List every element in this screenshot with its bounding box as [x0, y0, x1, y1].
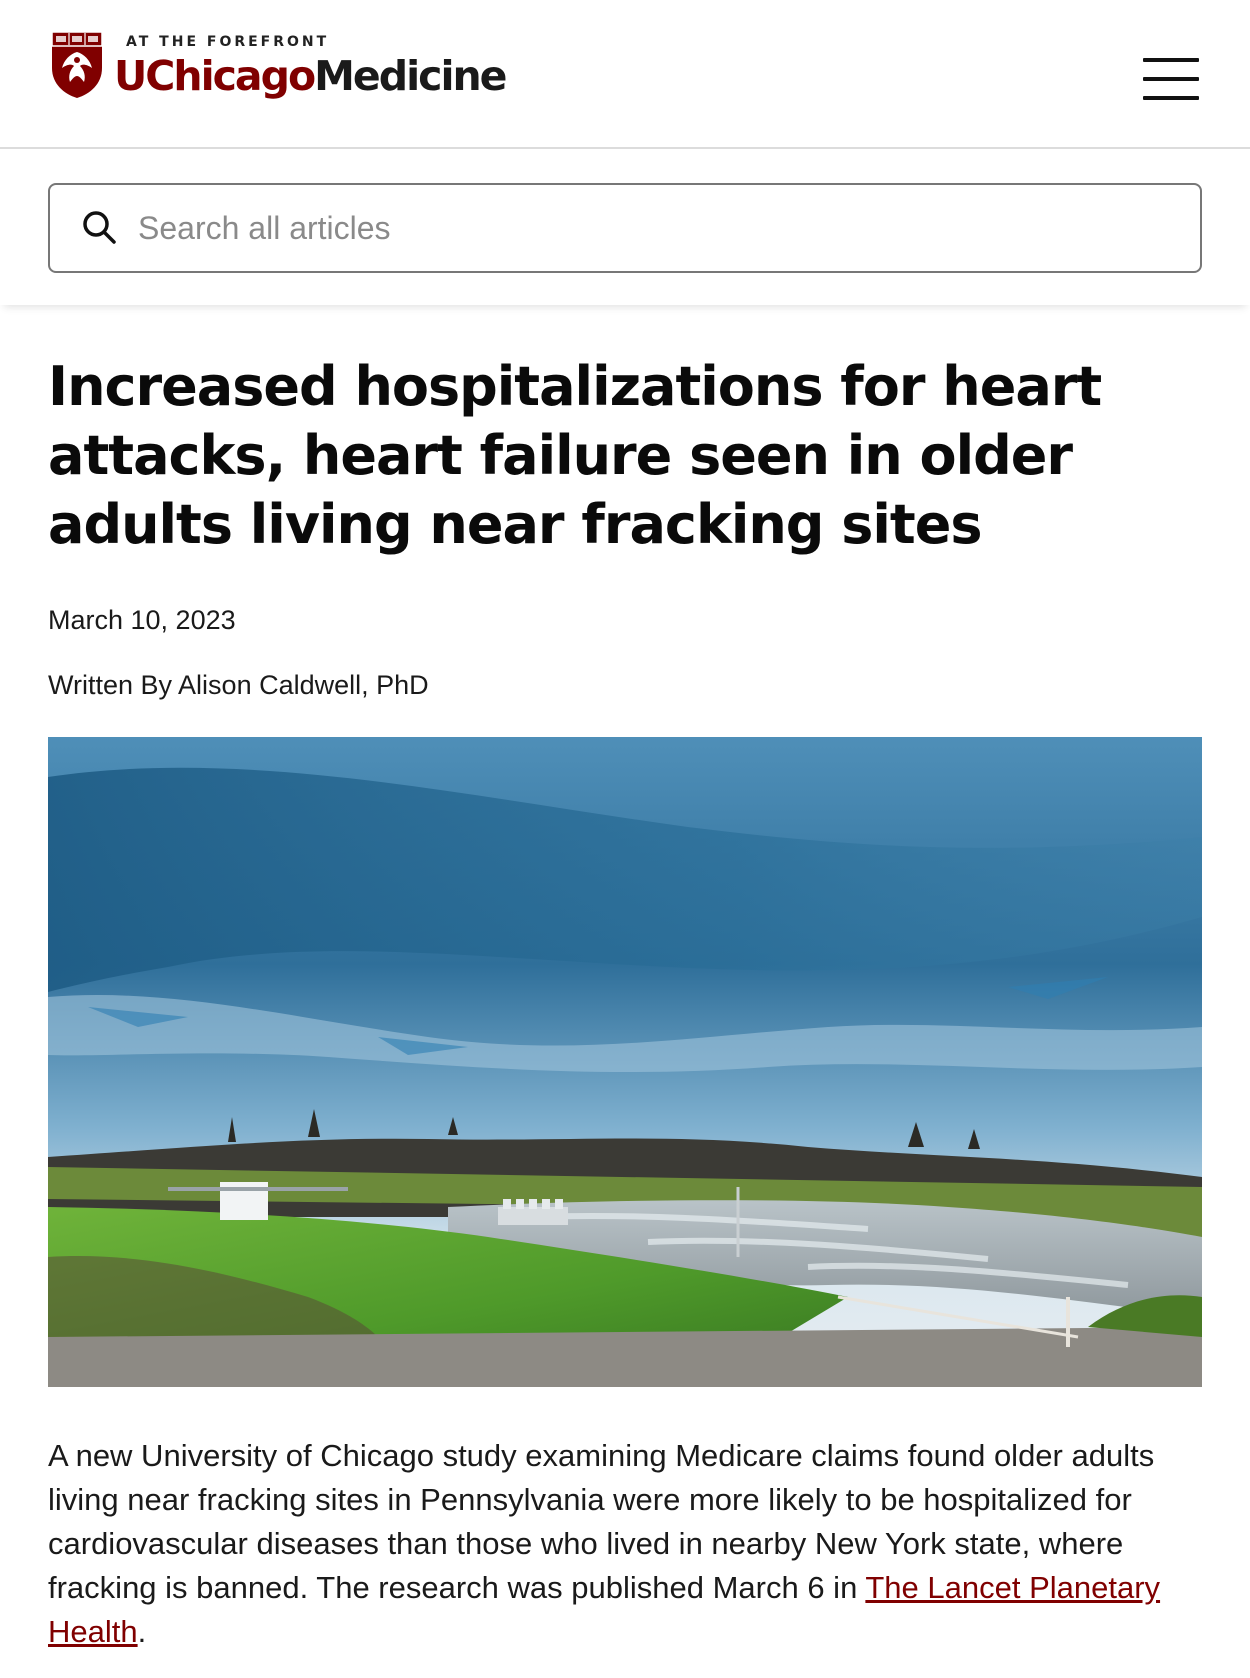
site-logo[interactable]: AT THE FOREFRONT UChicagoMedicine [50, 30, 534, 100]
menu-bar [1143, 58, 1199, 62]
body-text-end: . [137, 1614, 147, 1649]
article-title: Increased hospitalizations for heart att… [48, 355, 1102, 556]
hamburger-menu-icon[interactable] [1143, 58, 1199, 102]
menu-bar [1143, 77, 1199, 81]
article-byline: Written By Alison Caldwell, PhD [48, 670, 429, 700]
search-box[interactable] [48, 183, 1202, 273]
phoenix-shield-icon [51, 31, 103, 98]
hero-image [48, 737, 1202, 1387]
site-header: AT THE FOREFRONT UChicagoMedicine [0, 0, 1250, 149]
search-bar-section [0, 151, 1250, 305]
menu-bar [1143, 96, 1199, 100]
brand-wordmark: UChicagoMedicine [114, 52, 508, 100]
brand-primary: UChicago [114, 52, 316, 100]
brand-tagline: AT THE FOREFRONT [126, 34, 330, 50]
search-icon[interactable] [80, 208, 120, 248]
brand-secondary: Medicine [314, 52, 507, 100]
search-input[interactable] [138, 201, 1178, 255]
article-body: A new University of Chicago study examin… [48, 1434, 1198, 1654]
article-date: March 10, 2023 [48, 605, 236, 635]
